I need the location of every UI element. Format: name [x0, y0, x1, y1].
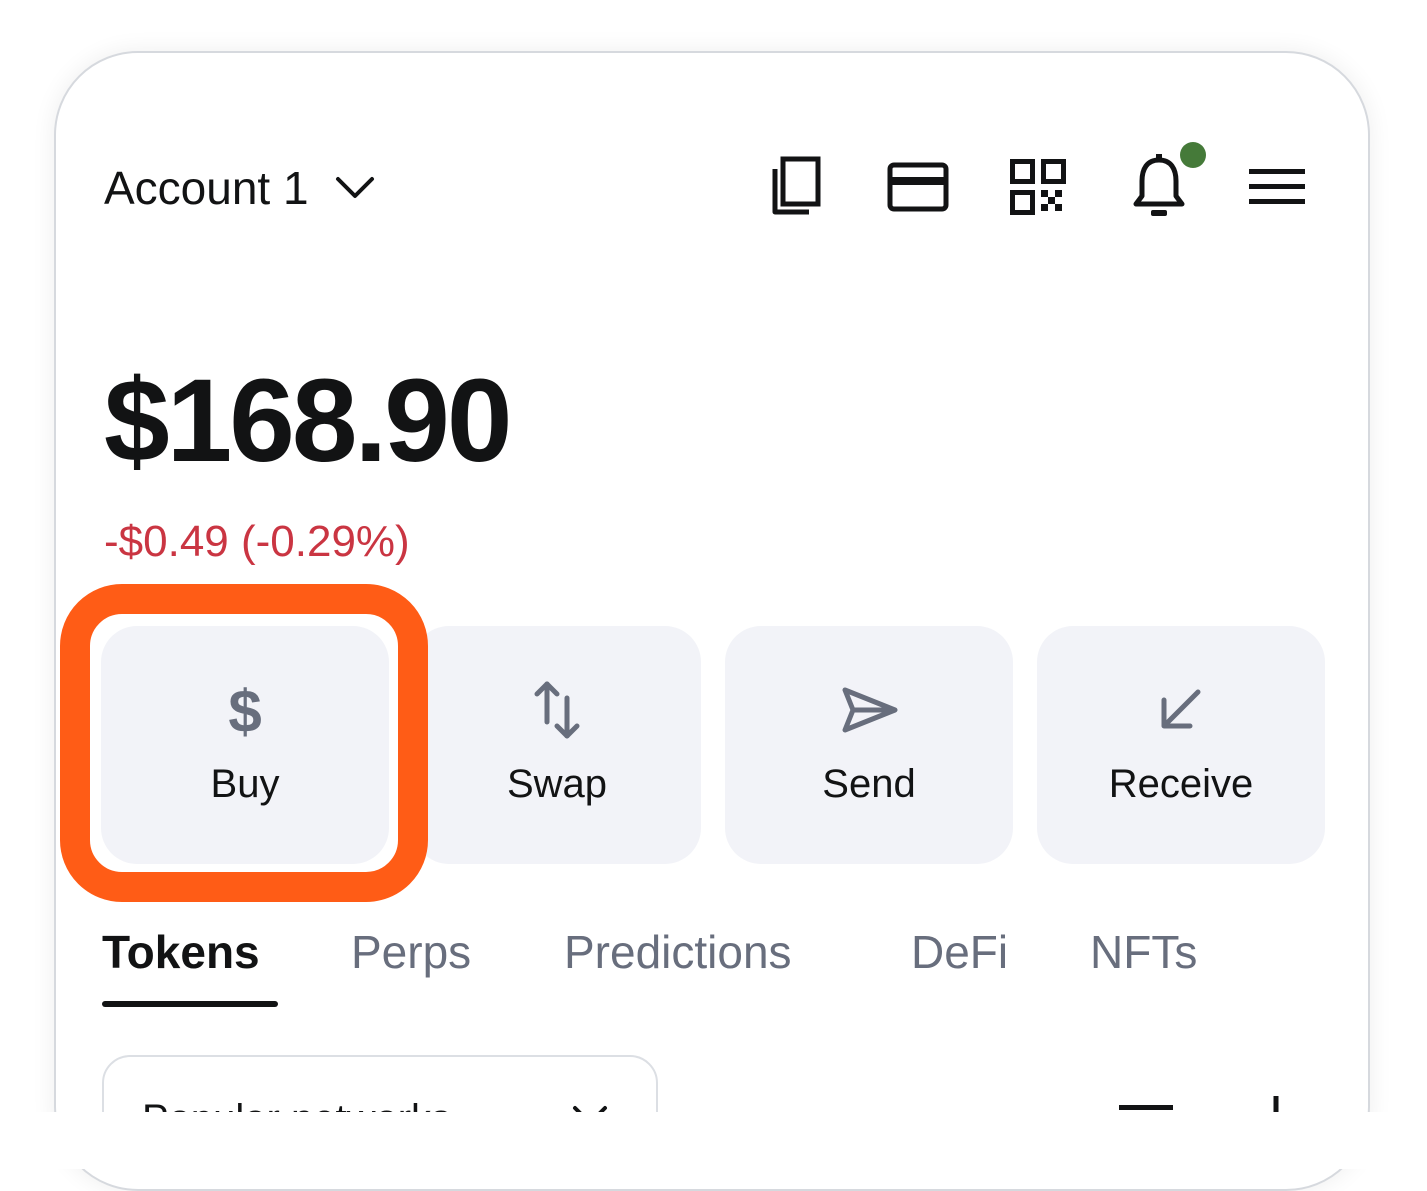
qr-code-button[interactable]: [1008, 157, 1068, 217]
receive-arrow-icon: [1161, 689, 1201, 729]
menu-icon: [1249, 169, 1305, 204]
wallet-panel: Account 1 $168.90 -$0.49 (-0.29%) $ Buy …: [54, 51, 1370, 1191]
tab-predictions[interactable]: Predictions: [564, 925, 792, 979]
svg-text:$: $: [228, 678, 261, 742]
swap-arrows-icon: [534, 681, 580, 739]
account-name: Account 1: [104, 162, 309, 214]
active-tab-indicator: [102, 1001, 278, 1007]
tab-perps[interactable]: Perps: [351, 925, 471, 979]
swap-button[interactable]: Swap: [413, 626, 701, 864]
copy-address-button[interactable]: [766, 153, 826, 219]
buy-label: Buy: [210, 762, 280, 806]
swap-label: Swap: [506, 762, 608, 806]
screenshot-bottom-fade: [0, 1112, 1427, 1169]
card-button[interactable]: [886, 161, 950, 213]
chevron-down-icon: [335, 177, 374, 198]
buy-button[interactable]: $ Buy: [101, 626, 389, 864]
copy-icon: [772, 156, 821, 215]
card-icon: [887, 162, 949, 212]
tab-nfts[interactable]: NFTs: [1090, 925, 1197, 979]
receive-label: Receive: [1108, 762, 1254, 806]
bell-icon: [1133, 154, 1185, 216]
send-label: Send: [822, 762, 916, 806]
menu-button[interactable]: [1248, 163, 1306, 209]
notifications-button[interactable]: [1128, 153, 1190, 221]
total-balance: $168.90: [104, 355, 513, 487]
account-selector[interactable]: Account 1: [104, 162, 375, 214]
tab-defi[interactable]: DeFi: [911, 925, 1008, 979]
send-button[interactable]: Send: [725, 626, 1013, 864]
send-icon: [842, 687, 898, 733]
tab-tokens[interactable]: Tokens: [102, 925, 260, 979]
dollar-icon: $: [228, 678, 261, 742]
balance-change: -$0.49 (-0.29%): [104, 517, 410, 566]
qr-code-icon: [1010, 159, 1066, 215]
notification-indicator: [1180, 142, 1206, 168]
receive-button[interactable]: Receive: [1037, 626, 1325, 864]
